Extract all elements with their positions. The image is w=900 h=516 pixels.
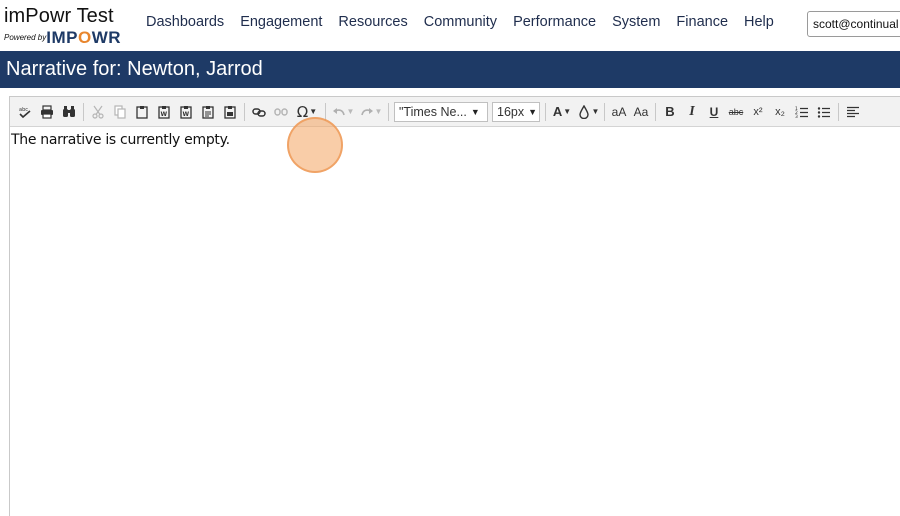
remove-link-icon[interactable] [270, 101, 292, 123]
svg-text:abc: abc [19, 107, 28, 113]
brand-logo: Powered byIMPOWR [4, 28, 121, 48]
nav-dashboards[interactable]: Dashboards [138, 13, 232, 31]
drop-icon [578, 104, 589, 119]
chevron-down-icon: ▼ [528, 106, 538, 117]
paste-word-icon[interactable]: W [153, 101, 175, 123]
font-size-value: 16px [497, 104, 525, 119]
toolbar-separator [838, 102, 839, 121]
insert-link-icon[interactable] [248, 101, 270, 123]
editor-toolbar: abc W W Ω ▼ ▼ ▼ "Times Ne... ▼ 16px ▼ A … [10, 97, 900, 127]
capitalize-button[interactable]: Aa [630, 101, 652, 123]
nav-community[interactable]: Community [416, 13, 505, 31]
font-color-icon: A [552, 104, 563, 119]
page-header: Narrative for: Newton, Jarrod [0, 51, 900, 88]
font-size-select[interactable]: 16px ▼ [492, 101, 540, 122]
nav-resources[interactable]: Resources [330, 13, 415, 31]
toolbar-separator [655, 102, 656, 121]
main-menu: Dashboards Engagement Resources Communit… [138, 13, 782, 31]
nav-finance[interactable]: Finance [668, 13, 736, 31]
special-character-button[interactable]: Ω ▼ [292, 101, 322, 123]
toolbar-separator [325, 102, 326, 121]
font-family-value: "Times Ne... [399, 104, 467, 119]
narrative-text: The narrative is currently empty. [11, 132, 230, 148]
toolbar-separator [244, 102, 245, 121]
brand[interactable]: imPowr Test Powered byIMPOWR [4, 5, 121, 47]
logo-text-left: IMP [46, 28, 78, 47]
logo-text-right: WR [91, 28, 122, 47]
undo-button[interactable]: ▼ [329, 101, 357, 123]
italic-button[interactable]: I [681, 101, 703, 123]
align-left-button[interactable] [842, 101, 864, 123]
chevron-down-icon: ▼ [309, 107, 318, 116]
bullet-list-icon [817, 106, 830, 118]
app-title: imPowr Test [4, 5, 114, 27]
toolbar-separator [83, 102, 84, 121]
find-icon[interactable] [58, 101, 80, 123]
chevron-down-icon: ▼ [346, 107, 355, 116]
paste-text-icon[interactable] [197, 101, 219, 123]
chevron-down-icon: ▼ [563, 107, 572, 116]
chevron-down-icon: ▼ [470, 106, 480, 117]
font-color-button[interactable]: A ▼ [549, 101, 575, 123]
spellcheck-icon[interactable]: abc [14, 101, 36, 123]
paste-html-icon[interactable] [219, 101, 241, 123]
toolbar-separator [388, 102, 389, 121]
omega-icon: Ω [296, 102, 309, 121]
nav-performance[interactable]: Performance [505, 13, 604, 31]
svg-text:W: W [161, 111, 168, 118]
paste-icon[interactable] [131, 101, 153, 123]
underline-button[interactable]: U [703, 101, 725, 123]
toolbar-separator [604, 102, 605, 121]
nav-help[interactable]: Help [736, 13, 782, 31]
user-menu-button[interactable]: scott@continual [807, 11, 900, 37]
numbered-list-icon: 123 [795, 106, 808, 119]
redo-button[interactable]: ▼ [357, 101, 385, 123]
font-family-select[interactable]: "Times Ne... ▼ [394, 101, 488, 122]
logo-text-o: O [77, 28, 92, 47]
ordered-list-button[interactable]: 123 [791, 101, 813, 123]
highlight-color-button[interactable]: ▼ [575, 101, 601, 123]
powered-by-text: Powered by [4, 33, 47, 42]
copy-icon[interactable] [109, 101, 131, 123]
strikethrough-button[interactable]: abc [725, 101, 747, 123]
paste-word-alt-icon[interactable]: W [175, 101, 197, 123]
bold-button[interactable]: B [659, 101, 681, 123]
editor-content-area[interactable]: The narrative is currently empty. [10, 128, 900, 516]
undo-icon [332, 107, 345, 115]
nav-system[interactable]: System [604, 13, 668, 31]
svg-text:3: 3 [795, 114, 798, 119]
page-title: Narrative for: Newton, Jarrod [6, 58, 263, 80]
top-nav: imPowr Test Powered byIMPOWR Dashboards … [0, 0, 900, 50]
superscript-button[interactable]: x² [747, 101, 769, 123]
nav-engagement[interactable]: Engagement [232, 13, 330, 31]
unordered-list-button[interactable] [813, 101, 835, 123]
lowercase-button[interactable]: aA [608, 101, 630, 123]
rich-text-editor: abc W W Ω ▼ ▼ ▼ "Times Ne... ▼ 16px ▼ A … [9, 96, 900, 516]
redo-icon [360, 107, 373, 115]
subscript-button[interactable]: x₂ [769, 101, 791, 123]
chevron-down-icon: ▼ [374, 107, 383, 116]
cut-icon[interactable] [87, 101, 109, 123]
svg-text:W: W [183, 111, 190, 118]
print-icon[interactable] [36, 101, 58, 123]
chevron-down-icon: ▼ [591, 107, 600, 116]
align-left-icon [847, 106, 859, 117]
toolbar-separator [545, 102, 546, 121]
